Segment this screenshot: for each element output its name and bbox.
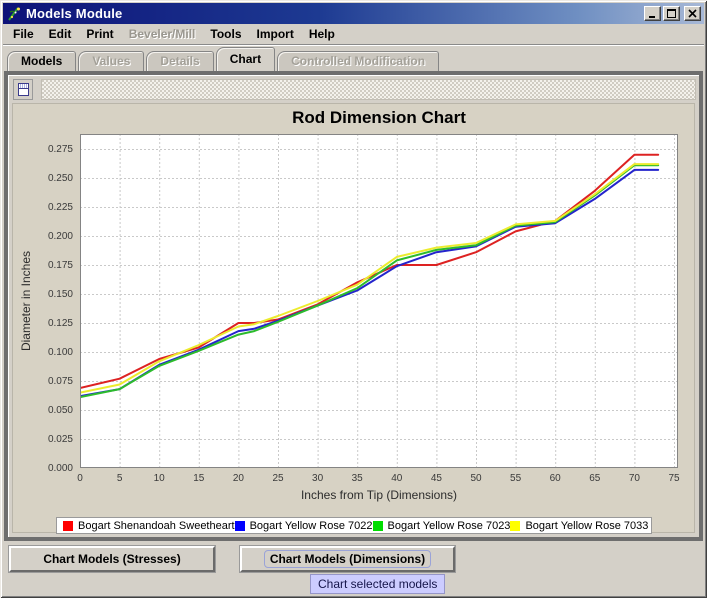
x-tick-label: 25 [263, 473, 293, 484]
x-tick-label: 5 [105, 473, 135, 484]
toolbar-grip-texture [41, 79, 696, 100]
close-button[interactable] [684, 6, 701, 21]
minimize-button[interactable] [644, 6, 661, 21]
chart-panel: Rod Dimension Chart 0.0000.0250.0500.075… [12, 103, 695, 533]
x-tick-label: 50 [461, 473, 491, 484]
chart-models-stresses-button[interactable]: Chart Models (Stresses) [9, 546, 215, 572]
tab-details: Details [146, 51, 213, 71]
close-icon [688, 9, 697, 18]
toolbar-window-button[interactable] [13, 79, 33, 100]
legend-item: Bogart Shenandoah Sweetheart [63, 520, 235, 532]
x-tick-label: 70 [619, 473, 649, 484]
legend-label: Bogart Yellow Rose 7023 [388, 520, 511, 532]
x-tick-label: 0 [65, 473, 95, 484]
y-axis-title: Diameter in Inches [19, 226, 33, 376]
chart-models-stresses-label: Chart Models (Stresses) [43, 552, 180, 566]
x-tick-label: 35 [342, 473, 372, 484]
maximize-button[interactable] [663, 6, 680, 21]
menu-edit[interactable]: Edit [49, 27, 72, 41]
window-title: Models Module [26, 6, 642, 21]
maximize-icon [667, 9, 676, 18]
x-tick-label: 45 [421, 473, 451, 484]
chart-models-dimensions-button[interactable]: Chart Models (Dimensions) [240, 546, 455, 572]
tab-bar: Models Values Details Chart Controlled M… [7, 48, 703, 71]
y-tick-label: 0.225 [15, 202, 73, 213]
x-tick-label: 20 [223, 473, 253, 484]
menu-file[interactable]: File [13, 27, 34, 41]
legend-item: Bogart Yellow Rose 7022 [235, 520, 373, 532]
y-tick-label: 0.275 [15, 144, 73, 155]
y-tick-label: 0.025 [15, 434, 73, 445]
x-tick-label: 30 [303, 473, 333, 484]
legend-label: Bogart Yellow Rose 7022 [250, 520, 373, 532]
x-tick-label: 15 [184, 473, 214, 484]
x-axis-ticks: 051015202530354045505560657075 [80, 473, 678, 485]
x-tick-label: 40 [382, 473, 412, 484]
legend-item: Bogart Yellow Rose 7033 [510, 520, 648, 532]
minimize-icon [648, 9, 657, 18]
legend-swatch [510, 521, 520, 531]
tab-models[interactable]: Models [7, 51, 76, 71]
legend-swatch [373, 521, 383, 531]
y-tick-label: 0.050 [15, 405, 73, 416]
menu-help[interactable]: Help [309, 27, 335, 41]
toolbar [11, 78, 696, 101]
chart-tab-panel: Rod Dimension Chart 0.0000.0250.0500.075… [4, 71, 703, 541]
legend-swatch [63, 521, 73, 531]
x-tick-label: 10 [144, 473, 174, 484]
menu-beveler-mill: Beveler/Mill [129, 27, 196, 41]
x-axis-title: Inches from Tip (Dimensions) [80, 488, 678, 502]
menu-tools[interactable]: Tools [210, 27, 241, 41]
chart-models-dimensions-label: Chart Models (Dimensions) [265, 551, 430, 567]
menu-print[interactable]: Print [86, 27, 113, 41]
models-module-window: Models Module File Edit Print Beveler/Mi… [0, 0, 707, 598]
app-icon [6, 6, 22, 22]
chart-title: Rod Dimension Chart [80, 108, 678, 128]
y-tick-label: 0.075 [15, 376, 73, 387]
x-tick-label: 65 [580, 473, 610, 484]
plot-area [80, 134, 678, 468]
window-icon [18, 83, 29, 96]
legend-label: Bogart Shenandoah Sweetheart [78, 520, 235, 532]
menubar: File Edit Print Beveler/Mill Tools Impor… [3, 24, 704, 45]
x-tick-label: 60 [540, 473, 570, 484]
legend-label: Bogart Yellow Rose 7033 [525, 520, 648, 532]
menu-import[interactable]: Import [257, 27, 294, 41]
tab-values: Values [78, 51, 144, 71]
x-tick-label: 75 [659, 473, 689, 484]
tab-controlled-modification: Controlled Modification [277, 51, 439, 71]
legend-item: Bogart Yellow Rose 7023 [373, 520, 511, 532]
tab-chart[interactable]: Chart [216, 47, 275, 71]
legend-swatch [235, 521, 245, 531]
x-tick-label: 55 [501, 473, 531, 484]
tooltip: Chart selected models [310, 574, 445, 594]
titlebar: Models Module [3, 3, 704, 24]
chart-legend: Bogart Shenandoah Sweetheart Bogart Yello… [56, 517, 652, 534]
y-tick-label: 0.250 [15, 173, 73, 184]
